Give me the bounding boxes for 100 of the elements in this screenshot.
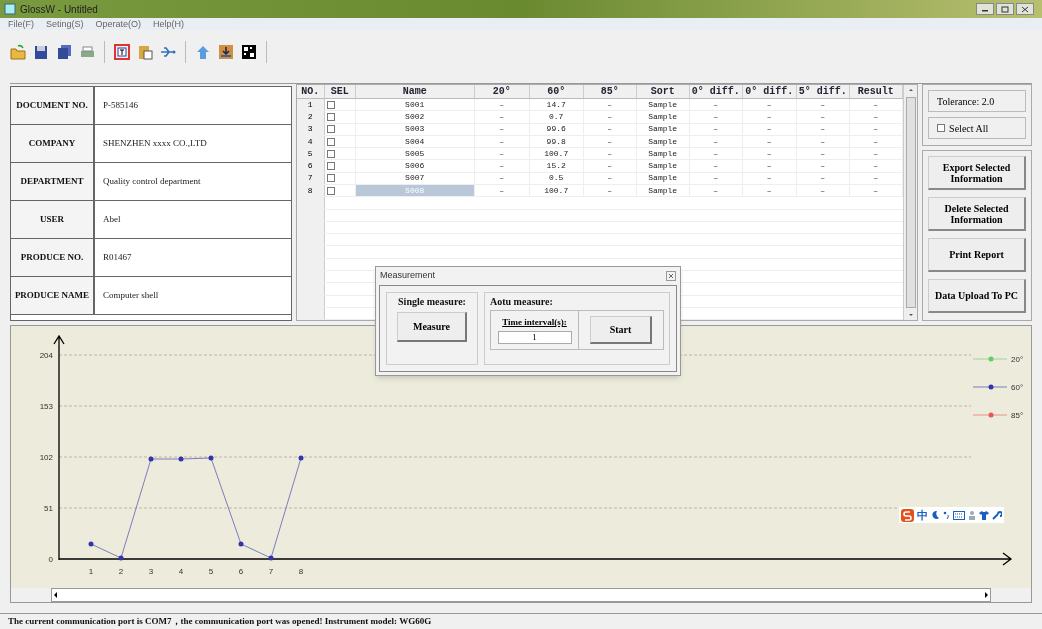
tolerance-label: Tolerance: 2.0 xyxy=(928,90,1026,112)
section-label: Single measure: xyxy=(398,295,466,309)
x-tick-label: 5 xyxy=(208,567,214,576)
checker-icon[interactable] xyxy=(241,44,257,60)
name-cell[interactable]: S003 xyxy=(355,123,475,135)
data-point xyxy=(298,455,304,461)
checkbox[interactable] xyxy=(326,186,335,195)
column-header[interactable]: 0° diff. xyxy=(689,85,743,98)
table-cell: – xyxy=(849,160,903,172)
column-header[interactable]: 20° xyxy=(474,85,530,98)
column-header[interactable]: Result xyxy=(849,85,903,98)
name-cell[interactable]: S005 xyxy=(355,148,475,160)
action-button[interactable]: Export Selected Information xyxy=(928,156,1026,190)
checkbox[interactable] xyxy=(326,149,335,158)
x-tick-label: 1 xyxy=(88,567,94,576)
name-cell[interactable]: S002 xyxy=(355,111,475,123)
vertical-scrollbar[interactable] xyxy=(903,85,918,320)
table-cell: – xyxy=(742,111,797,123)
menu-item[interactable]: File(F) xyxy=(8,19,34,29)
menu-item[interactable]: Operate(O) xyxy=(95,19,142,29)
action-button[interactable]: Print Report xyxy=(928,238,1026,272)
name-cell[interactable]: S006 xyxy=(355,160,475,172)
close-icon[interactable] xyxy=(1021,5,1029,13)
name-cell[interactable]: S004 xyxy=(355,135,475,148)
window-title: GlossW - Untitled xyxy=(20,2,98,17)
column-header[interactable]: Sort xyxy=(636,85,690,98)
table-cell: 99.6 xyxy=(529,123,584,135)
table-cell: Sample xyxy=(636,99,690,111)
shirt-icon[interactable] xyxy=(979,510,989,520)
dialog-title: Measurement xyxy=(380,269,436,283)
up-arrow-icon[interactable] xyxy=(195,44,211,60)
table-cell: – xyxy=(583,99,637,111)
table-cell: – xyxy=(849,185,903,197)
moon-icon[interactable] xyxy=(931,510,940,520)
column-header[interactable]: Name xyxy=(355,85,475,98)
text-frame-icon[interactable] xyxy=(114,44,130,60)
menu-item[interactable]: Help(H) xyxy=(153,19,185,29)
scroll-left-icon[interactable] xyxy=(52,590,60,600)
data-point xyxy=(238,541,244,547)
close-button[interactable] xyxy=(1016,3,1034,15)
checkbox[interactable] xyxy=(326,137,335,146)
table-cell: – xyxy=(849,99,903,111)
column-header[interactable]: 0° diff. xyxy=(742,85,797,98)
table-cell: – xyxy=(474,111,530,123)
legend-marker xyxy=(972,412,1008,418)
data-point xyxy=(178,456,184,462)
usb-icon[interactable] xyxy=(160,44,176,60)
menu-item[interactable]: Seting(S) xyxy=(46,19,84,29)
row-number: 1 xyxy=(296,99,325,111)
column-header[interactable]: 5° diff. xyxy=(796,85,850,98)
status-text: The current communication port is COM7，the communication port was opened! Instrument model: WG60G xyxy=(8,614,432,628)
wrench-icon[interactable] xyxy=(992,510,1002,520)
ime-toolbar[interactable]: 中 xyxy=(899,507,1004,523)
table-cell: – xyxy=(583,172,637,185)
name-cell[interactable]: S007 xyxy=(355,172,475,185)
table-cell: 14.7 xyxy=(529,99,584,111)
table-cell: – xyxy=(689,99,743,111)
action-button[interactable]: Delete Selected Information xyxy=(928,197,1026,231)
interval-field[interactable]: 1 xyxy=(497,330,572,344)
keyboard-icon[interactable] xyxy=(953,510,965,520)
checkbox[interactable] xyxy=(326,174,335,183)
table-cell: – xyxy=(689,123,743,135)
table-cell: – xyxy=(796,160,850,172)
column-header[interactable]: NO. xyxy=(296,85,325,98)
ime-mode-label[interactable]: 中 xyxy=(917,509,928,521)
table-cell: – xyxy=(583,111,637,123)
table-cell: Sample xyxy=(636,123,690,135)
legend-marker xyxy=(972,384,1008,390)
download-icon[interactable] xyxy=(218,44,234,60)
table-cell: 15.2 xyxy=(529,160,584,172)
y-tick-label: 153 xyxy=(39,402,53,411)
print-icon[interactable] xyxy=(79,44,95,60)
scroll-thumb[interactable] xyxy=(905,97,916,308)
field-label: PRODUCE NO. xyxy=(11,239,95,276)
maximize-icon[interactable] xyxy=(1001,5,1009,13)
column-header[interactable]: 85° xyxy=(583,85,637,98)
field-label: PRODUCE NAME xyxy=(11,277,95,314)
save-icon[interactable] xyxy=(33,44,49,60)
select-all-checkbox[interactable]: Select All xyxy=(928,117,1026,139)
punctuation-icon[interactable] xyxy=(943,510,950,520)
horizontal-scrollbar[interactable] xyxy=(51,588,991,602)
checkbox[interactable] xyxy=(326,100,335,109)
minimize-button[interactable] xyxy=(976,3,994,15)
table-cell: – xyxy=(742,160,797,172)
save-all-icon[interactable] xyxy=(56,44,72,60)
table-cell: – xyxy=(474,172,530,185)
x-tick-label: 4 xyxy=(178,567,184,576)
start-button[interactable]: Start xyxy=(590,316,652,344)
field-value: P-585146 xyxy=(102,98,139,112)
name-cell[interactable]: S001 xyxy=(355,99,475,111)
measure-button[interactable]: Measure xyxy=(397,312,467,342)
checkbox[interactable] xyxy=(326,125,335,134)
checkbox[interactable] xyxy=(326,162,335,171)
column-header[interactable]: SEL xyxy=(324,85,356,98)
column-header[interactable]: 60° xyxy=(529,85,584,98)
clipboard-icon[interactable] xyxy=(137,44,153,60)
action-button[interactable]: Data Upload To PC xyxy=(928,279,1026,313)
scroll-right-icon[interactable] xyxy=(982,590,990,600)
open-folder-icon[interactable] xyxy=(10,44,26,60)
checkbox[interactable] xyxy=(326,112,335,121)
